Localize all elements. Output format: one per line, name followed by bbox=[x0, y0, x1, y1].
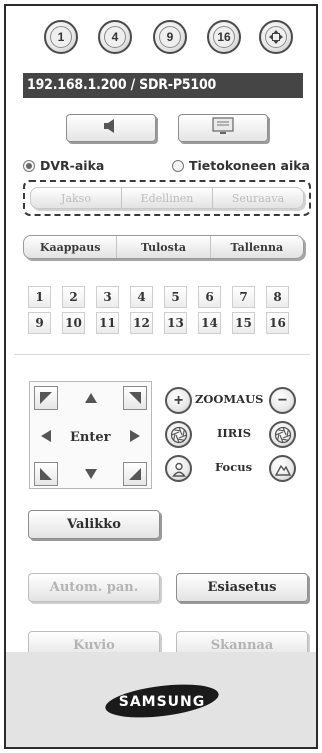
channel-9-button[interactable]: 9 bbox=[28, 312, 51, 334]
arrow-up-icon bbox=[85, 393, 97, 403]
channel-16-button[interactable]: 16 bbox=[266, 312, 289, 334]
arrow-right-icon bbox=[130, 430, 140, 442]
channel-3-button[interactable]: 3 bbox=[96, 286, 119, 308]
move-arrows-icon bbox=[265, 26, 287, 48]
period-button[interactable]: Jakso bbox=[31, 188, 122, 208]
channel-1-button[interactable]: 1 bbox=[28, 286, 51, 308]
channel-14-button[interactable]: 14 bbox=[198, 312, 221, 334]
arrow-left-icon bbox=[41, 430, 51, 442]
zoom-out-button[interactable]: − bbox=[269, 387, 296, 414]
arrow-down-left-icon bbox=[40, 468, 52, 480]
enter-button[interactable]: Enter bbox=[70, 430, 111, 445]
channel-7-button[interactable]: 7 bbox=[232, 286, 255, 308]
channel-15-button[interactable]: 15 bbox=[232, 312, 255, 334]
radio-pc-time[interactable]: Tietokoneen aika bbox=[172, 158, 310, 173]
iris-open-button[interactable] bbox=[165, 421, 192, 448]
focus-near-button[interactable] bbox=[165, 455, 192, 482]
tilt-down-button[interactable] bbox=[79, 462, 103, 486]
zoom-in-button[interactable]: + bbox=[165, 387, 192, 414]
next-button[interactable]: Seuraava bbox=[213, 188, 303, 208]
preset-button[interactable]: Esiasetus bbox=[176, 573, 308, 602]
pan-right-button[interactable] bbox=[123, 424, 147, 448]
aperture-icon bbox=[170, 426, 187, 443]
channel-8-button[interactable]: 8 bbox=[266, 286, 289, 308]
arrow-up-left-icon bbox=[40, 392, 52, 404]
iris-close-button[interactable] bbox=[269, 421, 296, 448]
save-button[interactable]: Tallenna bbox=[211, 236, 303, 258]
channel-5-button[interactable]: 5 bbox=[164, 286, 187, 308]
fullscreen-button[interactable] bbox=[259, 20, 293, 54]
capture-controls: Kaappaus Tulosta Tallenna bbox=[23, 235, 304, 259]
menu-button[interactable]: Valikko bbox=[28, 510, 160, 539]
split-4-button[interactable]: 4 bbox=[98, 20, 132, 54]
radio-unselected-icon bbox=[172, 159, 184, 172]
monitor-button[interactable] bbox=[178, 114, 268, 142]
arrow-down-right-icon bbox=[129, 468, 141, 480]
radio-selected-icon bbox=[23, 159, 35, 172]
channel-10-button[interactable]: 10 bbox=[62, 312, 85, 334]
section-divider bbox=[14, 354, 310, 355]
channel-4-button[interactable]: 4 bbox=[130, 286, 153, 308]
arrow-up-right-icon bbox=[129, 392, 141, 404]
pan-up-right-button[interactable] bbox=[123, 386, 147, 410]
radio-dvr-time-label: DVR-aika bbox=[40, 158, 105, 173]
channel-13-button[interactable]: 13 bbox=[164, 312, 187, 334]
pan-up-left-button[interactable] bbox=[34, 386, 58, 410]
tilt-up-button[interactable] bbox=[79, 386, 103, 410]
capture-button[interactable]: Kaappaus bbox=[24, 236, 118, 258]
mountain-icon bbox=[274, 464, 291, 476]
channel-11-button[interactable]: 11 bbox=[96, 312, 119, 334]
previous-button[interactable]: Edellinen bbox=[122, 188, 213, 208]
split-9-icon: 9 bbox=[159, 26, 181, 48]
svg-text:SAMSUNG: SAMSUNG bbox=[119, 694, 206, 710]
split-4-icon: 4 bbox=[104, 26, 126, 48]
split-1-button[interactable]: 1 bbox=[44, 20, 78, 54]
ptz-direction-pad: Enter bbox=[29, 381, 152, 489]
print-button[interactable]: Tulosta bbox=[117, 236, 211, 258]
auto-pan-button[interactable]: Autom. pan. bbox=[28, 573, 160, 602]
channel-12-button[interactable]: 12 bbox=[130, 312, 153, 334]
playback-navigation: Jakso Edellinen Seuraava bbox=[30, 187, 304, 209]
monitor-icon bbox=[211, 117, 235, 139]
minus-icon: − bbox=[277, 391, 288, 409]
aperture-icon bbox=[274, 426, 291, 443]
pan-left-button[interactable] bbox=[34, 424, 58, 448]
camera-title: 192.168.1.200 / SDR-P5100 bbox=[23, 73, 303, 98]
split-16-icon: 16 bbox=[213, 26, 235, 48]
channel-6-button[interactable]: 6 bbox=[198, 286, 221, 308]
ptz-control-panel: 1 4 9 16 192.168.1.200 / SDR-P5100 DVR-a… bbox=[4, 4, 318, 749]
radio-dvr-time[interactable]: DVR-aika bbox=[23, 158, 104, 173]
split-1-icon: 1 bbox=[50, 26, 72, 48]
zoom-label: ZOOMAUS bbox=[195, 392, 264, 406]
iris-label: IIRIS bbox=[217, 426, 252, 440]
arrow-down-icon bbox=[85, 469, 97, 479]
split-16-button[interactable]: 16 bbox=[207, 20, 241, 54]
focus-label: Focus bbox=[215, 460, 253, 474]
footer: SAMSUNG bbox=[6, 652, 316, 747]
split-9-button[interactable]: 9 bbox=[153, 20, 187, 54]
audio-button[interactable] bbox=[66, 114, 156, 142]
pan-down-right-button[interactable] bbox=[123, 462, 147, 486]
person-icon bbox=[171, 462, 186, 477]
plus-icon: + bbox=[173, 391, 184, 409]
radio-pc-time-label: Tietokoneen aika bbox=[189, 158, 310, 173]
samsung-logo: SAMSUNG bbox=[105, 684, 219, 718]
pan-down-left-button[interactable] bbox=[34, 462, 58, 486]
speaker-icon bbox=[101, 118, 121, 138]
channel-2-button[interactable]: 2 bbox=[62, 286, 85, 308]
focus-far-button[interactable] bbox=[269, 455, 296, 482]
